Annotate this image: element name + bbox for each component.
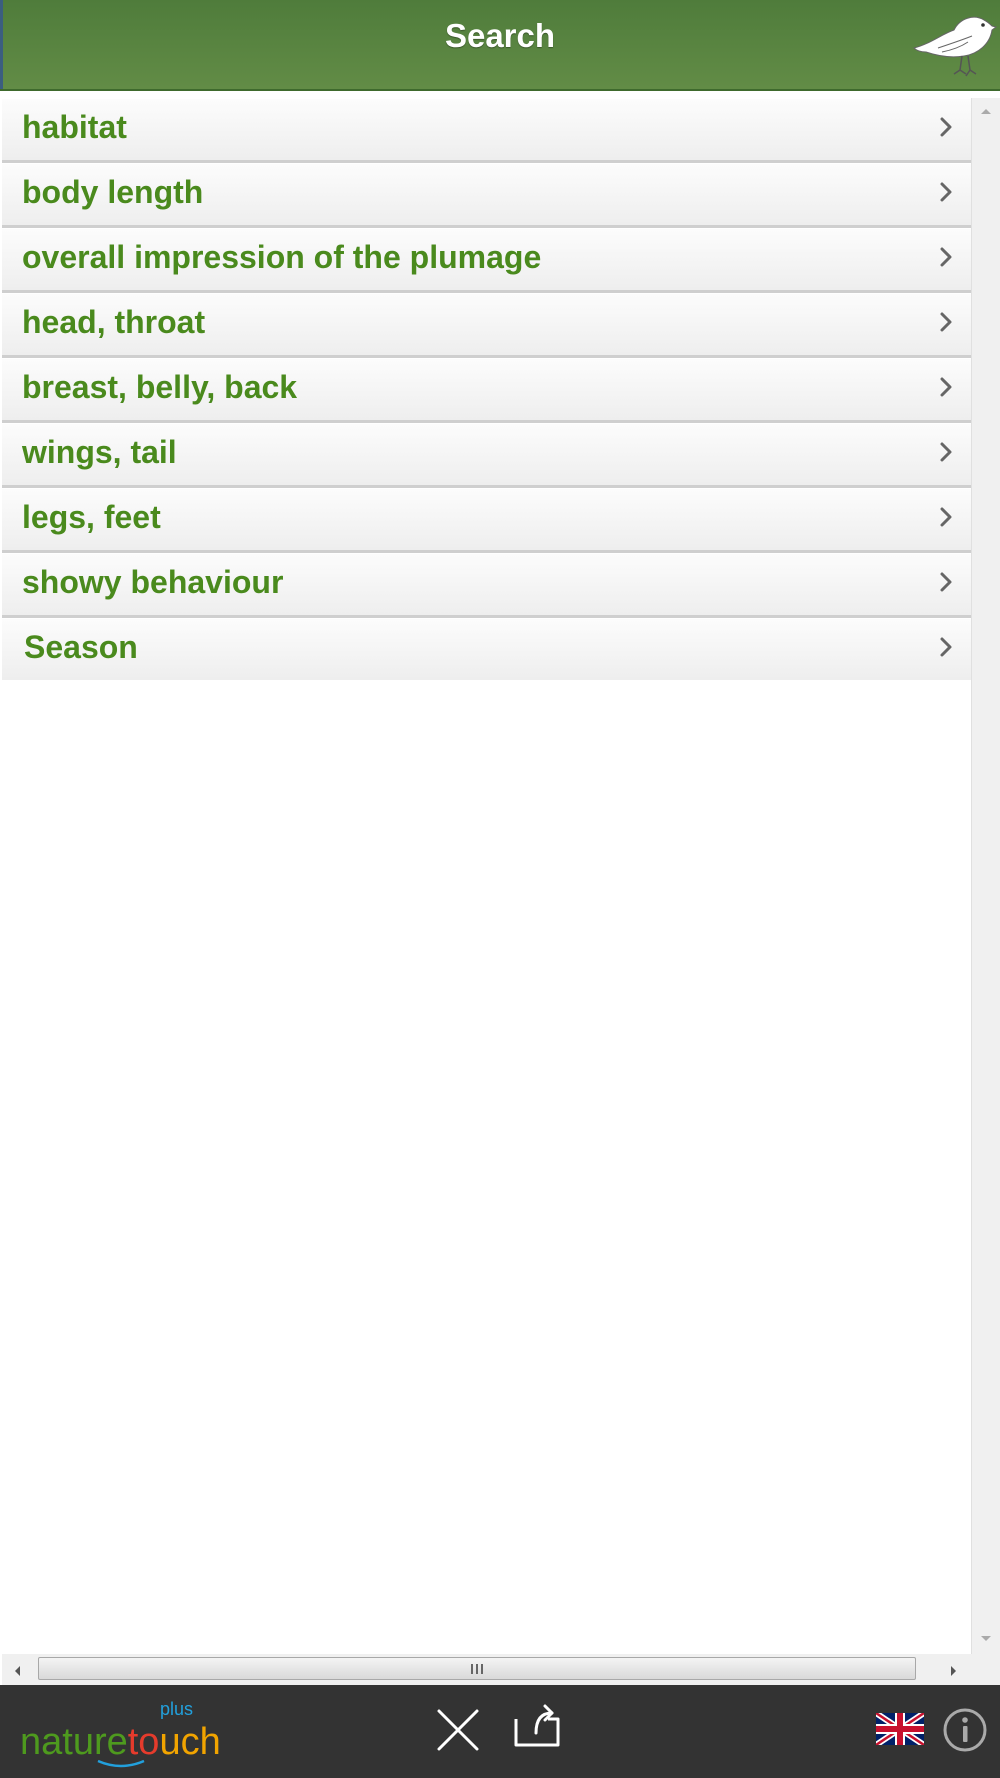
chevron-right-icon — [940, 507, 952, 527]
logo-touch-text-b: uch — [159, 1721, 221, 1763]
criteria-item-head-throat[interactable]: head, throat — [2, 293, 971, 358]
share-icon[interactable] — [512, 1701, 564, 1751]
logo-swoosh-icon — [97, 1759, 145, 1768]
criteria-item-legs-feet[interactable]: legs, feet — [2, 488, 971, 553]
header-bar: Search — [0, 0, 1000, 91]
scroll-left-arrow-icon[interactable] — [12, 1664, 22, 1678]
criteria-label: showy behaviour — [22, 564, 284, 600]
page-title: Search — [444, 17, 556, 54]
grip-icon — [471, 1664, 483, 1674]
logo-wordmark: naturetouch — [20, 1721, 221, 1764]
criteria-item-body-length[interactable]: body length — [2, 163, 971, 228]
criteria-label: wings, tail — [22, 434, 177, 470]
criteria-label: legs, feet — [22, 499, 161, 535]
criteria-label: body length — [22, 174, 204, 210]
chevron-right-icon — [940, 572, 952, 592]
bird-icon[interactable] — [908, 10, 1000, 82]
search-criteria-list: habitat body length overall impression o… — [2, 98, 971, 680]
criteria-label: Season — [24, 629, 138, 665]
criteria-item-showy-behaviour[interactable]: showy behaviour — [2, 553, 971, 618]
horizontal-scroll-thumb[interactable] — [38, 1657, 916, 1680]
horizontal-scrollbar[interactable] — [2, 1654, 1000, 1685]
info-icon[interactable] — [942, 1707, 988, 1753]
criteria-item-plumage[interactable]: overall impression of the plumage — [2, 228, 971, 293]
chevron-right-icon — [940, 247, 952, 267]
criteria-item-wings-tail[interactable]: wings, tail — [2, 423, 971, 488]
scroll-right-arrow-icon[interactable] — [949, 1664, 959, 1678]
chevron-right-icon — [940, 637, 952, 657]
criteria-item-season[interactable]: Season — [2, 618, 971, 680]
scroll-down-arrow-icon[interactable] — [979, 1634, 993, 1644]
logo-plus-text: plus — [160, 1699, 194, 1719]
footer-toolbar: plus naturetouch — [0, 1685, 1000, 1778]
criteria-label: habitat — [22, 109, 127, 145]
criteria-label: overall impression of the plumage — [22, 239, 542, 275]
chevron-right-icon — [940, 182, 952, 202]
chevron-right-icon — [940, 117, 952, 137]
uk-flag-icon[interactable] — [876, 1713, 924, 1745]
chevron-right-icon — [940, 442, 952, 462]
criteria-label: breast, belly, back — [22, 369, 298, 405]
chevron-right-icon — [940, 377, 952, 397]
chevron-right-icon — [940, 312, 952, 332]
criteria-item-habitat[interactable]: habitat — [2, 98, 971, 163]
criteria-label: head, throat — [22, 304, 206, 340]
criteria-item-breast-belly-back[interactable]: breast, belly, back — [2, 358, 971, 423]
close-icon[interactable] — [435, 1707, 481, 1753]
logo-touch-text-a: to — [127, 1721, 160, 1763]
naturetouch-logo: plus naturetouch — [20, 1699, 221, 1769]
vertical-scrollbar[interactable] — [971, 98, 1000, 1654]
logo-nature-text: nature — [20, 1721, 128, 1763]
scroll-up-arrow-icon[interactable] — [979, 106, 993, 116]
